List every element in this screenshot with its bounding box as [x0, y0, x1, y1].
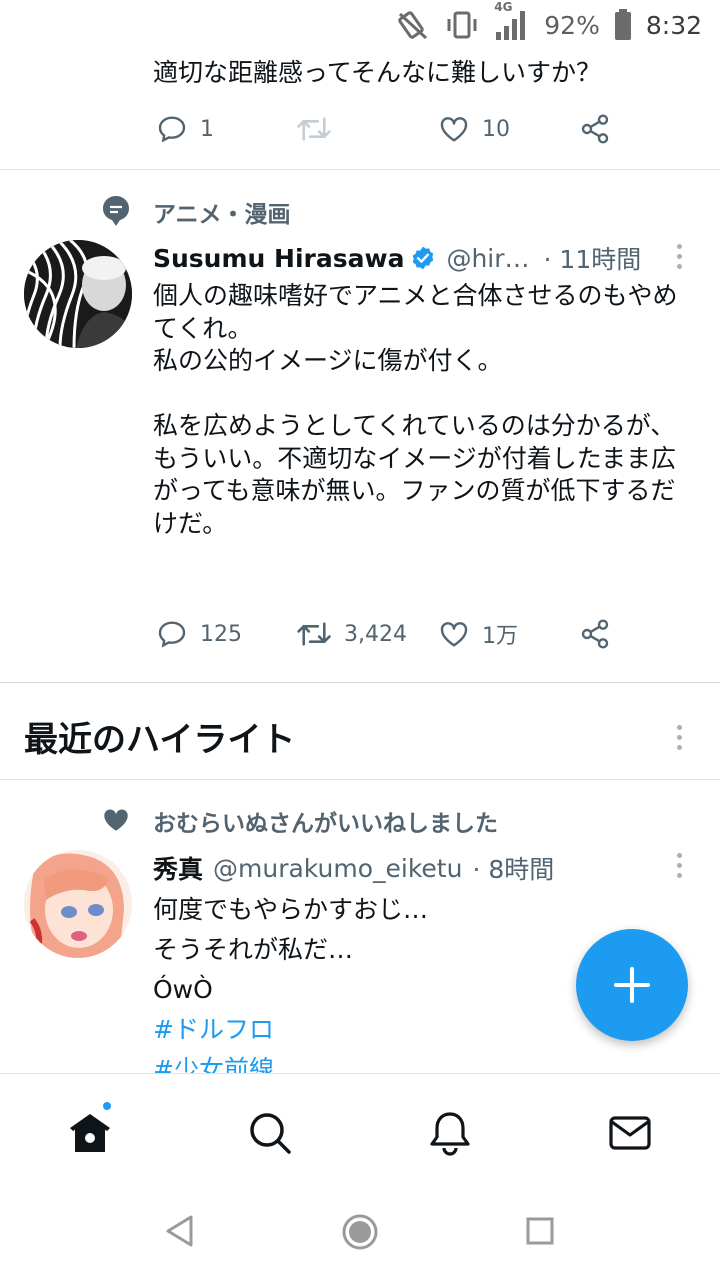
retweet-button[interactable]: 3,424 — [296, 618, 407, 650]
more-options-icon[interactable] — [674, 725, 684, 750]
signal-icon: 4G — [494, 0, 530, 42]
share-icon — [581, 114, 609, 144]
tweet-text: 適切な距離感ってそんなに難しいすか？ — [153, 58, 602, 87]
avatar[interactable] — [24, 850, 132, 958]
divider — [0, 779, 720, 780]
retweet-button[interactable] — [296, 113, 344, 145]
clock: 8:32 — [645, 10, 702, 40]
bell-icon — [430, 1112, 470, 1156]
reply-count: 125 — [200, 621, 242, 647]
tweet-body: 何度でもやらかすおじ… そうそれが私だ… ÓwÒ #ドルフロ #少女前線 — [153, 890, 573, 1073]
reply-icon — [158, 621, 186, 648]
liked-by-label[interactable]: おむらいぬさんがいいねしました — [153, 804, 498, 838]
share-icon — [581, 619, 609, 649]
system-navigation-bar — [0, 1183, 720, 1280]
avatar[interactable] — [24, 240, 132, 348]
display-name[interactable]: 秀真 — [153, 850, 203, 886]
verified-badge-icon — [410, 245, 436, 271]
battery-icon — [614, 9, 632, 41]
more-options-icon[interactable] — [674, 244, 684, 269]
timestamp: · 8時間 — [472, 855, 555, 884]
tweet-text: 個人の趣味嗜好でアニメと合体させるのもやめてくれ。 私の公的イメージに傷が付く。… — [153, 281, 678, 538]
more-options-icon[interactable] — [674, 853, 684, 878]
reply-icon — [158, 116, 186, 143]
section-title: 最近のハイライト — [24, 720, 296, 760]
nav-notifications[interactable] — [425, 1108, 475, 1158]
handle[interactable]: @hir… — [446, 244, 529, 273]
battery-percent: 92% — [544, 10, 600, 40]
divider — [0, 682, 720, 683]
reply-button[interactable]: 1 — [156, 113, 214, 145]
tweet-header: 秀真 @murakumo_eiketu · 8時間 — [153, 850, 673, 886]
heart-icon — [440, 117, 468, 142]
reply-button[interactable]: 125 — [156, 618, 242, 650]
nav-search[interactable] — [245, 1108, 295, 1158]
tweet-line: そうそれが私だ… — [153, 935, 354, 964]
like-count: 10 — [482, 116, 510, 142]
vibrate-icon — [444, 8, 480, 42]
compose-button[interactable] — [576, 929, 688, 1041]
hashtag-link[interactable]: #ドルフロ — [153, 1010, 573, 1050]
back-icon[interactable] — [163, 1213, 197, 1253]
tweet-line: ÓwÒ — [153, 975, 213, 1004]
like-button[interactable]: 1万 — [438, 618, 518, 650]
status-bar: 4G 92% 8:32 — [0, 0, 720, 50]
tweet-header: Susumu Hirasawa @hir… · 11時間 — [153, 240, 673, 276]
retweet-icon — [297, 622, 331, 646]
nav-messages[interactable] — [605, 1108, 655, 1158]
display-name[interactable]: Susumu Hirasawa — [153, 244, 404, 273]
home-nav-icon[interactable] — [341, 1213, 379, 1255]
network-type: 4G — [494, 0, 513, 14]
search-icon — [250, 1113, 291, 1154]
tweet-line: 何度でもやらかすおじ… — [153, 895, 429, 924]
timestamp: · 11時間 — [543, 245, 642, 274]
mail-icon — [609, 1116, 651, 1150]
topic-label[interactable]: アニメ・漫画 — [153, 195, 291, 229]
recents-icon[interactable] — [525, 1216, 555, 1250]
nav-home[interactable] — [65, 1100, 115, 1158]
retweet-icon — [297, 117, 331, 141]
heart-icon — [440, 622, 468, 647]
plus-icon — [614, 967, 650, 1003]
vibrate-off-icon — [396, 8, 430, 42]
retweet-count: 3,424 — [344, 621, 407, 647]
share-button[interactable] — [579, 618, 611, 650]
home-icon — [70, 1114, 110, 1152]
bottom-nav — [0, 1073, 720, 1183]
like-button[interactable]: 10 — [438, 113, 510, 145]
handle[interactable]: @murakumo_eiketu — [213, 854, 462, 883]
heart-filled-icon — [102, 806, 130, 836]
hashtag-link[interactable]: #少女前線 — [153, 1050, 573, 1073]
reply-count: 1 — [200, 116, 214, 142]
share-button[interactable] — [579, 113, 611, 145]
divider — [0, 169, 720, 170]
topic-icon — [101, 195, 131, 231]
like-count: 1万 — [482, 624, 518, 649]
notification-dot — [101, 1100, 113, 1112]
